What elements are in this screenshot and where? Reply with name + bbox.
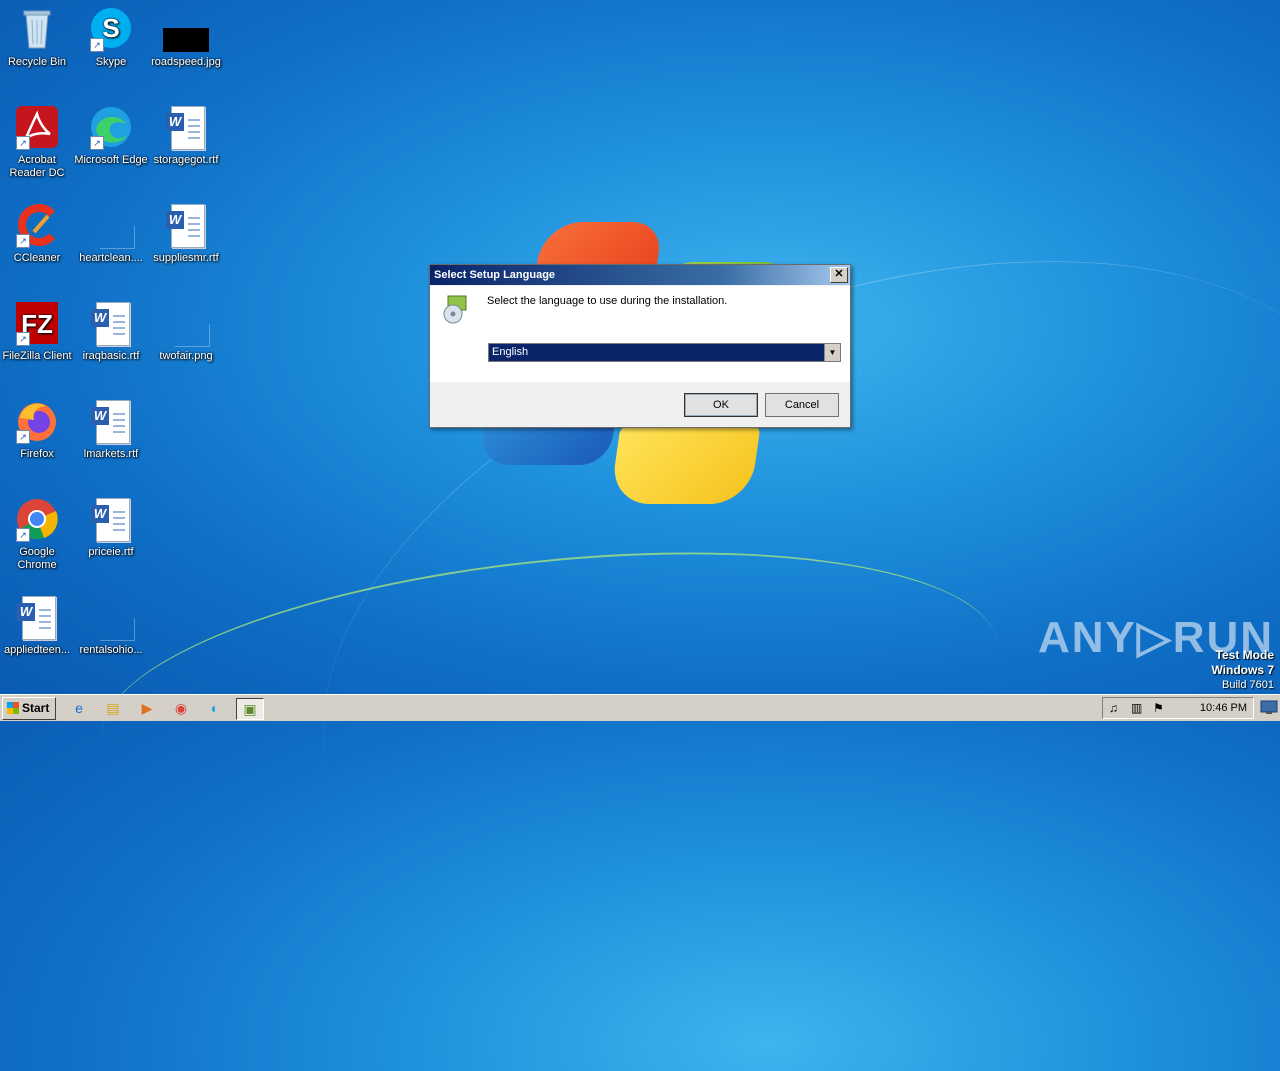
skype-icon: S ↗ xyxy=(88,6,134,52)
desktop-icon-label: FileZilla Client xyxy=(2,350,72,362)
blank-file-icon xyxy=(88,594,135,641)
desktop-icon-label: Firefox xyxy=(20,448,54,460)
desktop-icon-label: appliedteen... xyxy=(3,644,71,656)
dialog-titlebar[interactable]: Select Setup Language ✕ xyxy=(430,265,850,285)
desktop-icon-label: Recycle Bin xyxy=(7,56,67,68)
recycle-bin-icon xyxy=(14,6,60,52)
blank-file-icon xyxy=(88,202,135,249)
desktop-icon-label: rentalsohio... xyxy=(79,644,143,656)
dialog-prompt: Select the language to use during the in… xyxy=(487,295,728,307)
test-mode-label: Test Mode xyxy=(1215,648,1274,662)
shortcut-arrow-icon: ↗ xyxy=(16,528,30,542)
cancel-button[interactable]: Cancel xyxy=(765,393,839,417)
start-button[interactable]: Start xyxy=(2,697,56,720)
system-tray: ♫ ▥ ⚑ 10:46 PM xyxy=(1102,697,1254,719)
close-button[interactable]: ✕ xyxy=(830,267,848,283)
setup-language-dialog: Select Setup Language ✕ Select the langu… xyxy=(429,264,851,428)
desktop-icon-filezilla[interactable]: FZ ↗ FileZilla Client xyxy=(0,300,74,363)
word-document-icon: W xyxy=(14,594,60,640)
image-file-icon xyxy=(163,6,209,52)
network-icon[interactable]: ▥ xyxy=(1131,700,1142,716)
language-select[interactable]: English ▼ xyxy=(488,343,841,362)
desktop-icon-acrobat[interactable]: ↗ Acrobat Reader DC xyxy=(0,104,74,180)
desktop-icon-label: suppliesmr.rtf xyxy=(153,252,219,264)
chrome-icon: ↗ xyxy=(14,496,60,542)
blank-file-icon xyxy=(163,300,210,347)
firefox-icon: ↗ xyxy=(14,398,60,444)
word-document-icon: W xyxy=(88,398,134,444)
ok-button[interactable]: OK xyxy=(684,393,758,417)
shortcut-arrow-icon: ↗ xyxy=(16,332,30,346)
desktop-icon-skype[interactable]: S ↗ Skype xyxy=(74,6,148,69)
desktop-icon-edge[interactable]: ↗ Microsoft Edge xyxy=(74,104,148,167)
edge-taskbar-icon[interactable]: ◐ xyxy=(204,698,226,718)
windows-flag-icon xyxy=(7,702,19,714)
desktop-icon-label: heartclean.... xyxy=(79,252,143,264)
desktop-icon-suppliesmr[interactable]: W suppliesmr.rtf xyxy=(149,202,223,265)
chrome-taskbar-icon[interactable]: ◉ xyxy=(170,698,192,718)
action-center-icon[interactable] xyxy=(1260,698,1278,716)
desktop-icon-label: CCleaner xyxy=(13,252,61,264)
clock[interactable]: 10:46 PM xyxy=(1200,698,1247,718)
desktop-icon-chrome[interactable]: ↗ Google Chrome xyxy=(0,496,74,572)
desktop-icon-label: iraqbasic.rtf xyxy=(82,350,140,362)
shortcut-arrow-icon: ↗ xyxy=(16,136,30,150)
language-select-value: English xyxy=(492,346,529,358)
setup-taskbar-icon[interactable]: ▣ xyxy=(236,698,264,720)
ccleaner-icon: ↗ xyxy=(14,202,60,248)
dialog-body: Select the language to use during the in… xyxy=(430,286,850,382)
acrobat-icon: ↗ xyxy=(14,104,60,150)
test-mode-notice: Test Mode Windows 7 Build 7601 xyxy=(1211,648,1274,692)
internet-explorer-icon[interactable]: e xyxy=(68,698,90,718)
desktop-icon-twofair[interactable]: twofair.png xyxy=(149,300,223,363)
edge-icon: ↗ xyxy=(88,104,134,150)
desktop-icon-heartclean[interactable]: heartclean.... xyxy=(74,202,148,265)
desktop-icon-iraqbasic[interactable]: W iraqbasic.rtf xyxy=(74,300,148,363)
word-document-icon: W xyxy=(163,104,209,150)
desktop-icon-rentalsohio[interactable]: rentalsohio... xyxy=(74,594,148,657)
svg-text:S: S xyxy=(102,13,119,43)
taskbar: Start e ▤ ▶ ◉ ◐ ▣ ♫ ▥ ⚑ 10:46 PM xyxy=(0,694,1280,721)
desktop-icon-firefox[interactable]: ↗ Firefox xyxy=(0,398,74,461)
shortcut-arrow-icon: ↗ xyxy=(90,38,104,52)
folder-icon[interactable]: ▤ xyxy=(102,698,124,718)
desktop-icon-label: priceie.rtf xyxy=(88,546,134,558)
start-label: Start xyxy=(22,701,50,715)
shortcut-arrow-icon: ↗ xyxy=(16,234,30,248)
desktop-icon-storagegot[interactable]: W storagegot.rtf xyxy=(149,104,223,167)
shortcut-arrow-icon: ↗ xyxy=(90,136,104,150)
desktop-icon-ccleaner[interactable]: ↗ CCleaner xyxy=(0,202,74,265)
desktop-icon-label: Skype xyxy=(95,56,127,68)
filezilla-icon: FZ ↗ xyxy=(14,300,60,346)
setup-installer-icon xyxy=(442,294,470,324)
shortcut-arrow-icon: ↗ xyxy=(16,430,30,444)
desktop-icon-label: Microsoft Edge xyxy=(74,154,148,166)
desktop-icon-recycle-bin[interactable]: Recycle Bin xyxy=(0,6,74,69)
desktop-icon-appliedteen[interactable]: W appliedteen... xyxy=(0,594,74,657)
desktop-icon-label: roadspeed.jpg xyxy=(151,56,221,68)
flag-icon[interactable]: ⚑ xyxy=(1153,700,1164,716)
desktop-icon-label: Acrobat Reader DC xyxy=(9,154,65,179)
word-document-icon: W xyxy=(163,202,209,248)
desktop-icon-label: storagegot.rtf xyxy=(153,154,219,166)
windows-logo-yellow xyxy=(609,426,761,504)
word-document-icon: W xyxy=(88,496,134,542)
volume-icon[interactable]: ♫ xyxy=(1109,700,1118,716)
desktop-icon-label: twofair.png xyxy=(159,350,213,362)
word-document-icon: W xyxy=(88,300,134,346)
desktop-icon-lmarkets[interactable]: W lmarkets.rtf xyxy=(74,398,148,461)
build-label: Build 7601 xyxy=(1222,679,1274,691)
desktop-icon-label: Google Chrome xyxy=(17,546,57,571)
desktop-icon-priceie[interactable]: W priceie.rtf xyxy=(74,496,148,559)
desktop-icon-roadspeed[interactable]: roadspeed.jpg xyxy=(149,6,223,69)
chevron-down-icon[interactable]: ▼ xyxy=(824,344,840,361)
media-player-icon[interactable]: ▶ xyxy=(136,698,158,718)
dialog-title: Select Setup Language xyxy=(434,269,556,281)
close-icon: ✕ xyxy=(834,268,844,280)
desktop-icon-label: lmarkets.rtf xyxy=(83,448,139,460)
os-label: Windows 7 xyxy=(1211,663,1274,677)
